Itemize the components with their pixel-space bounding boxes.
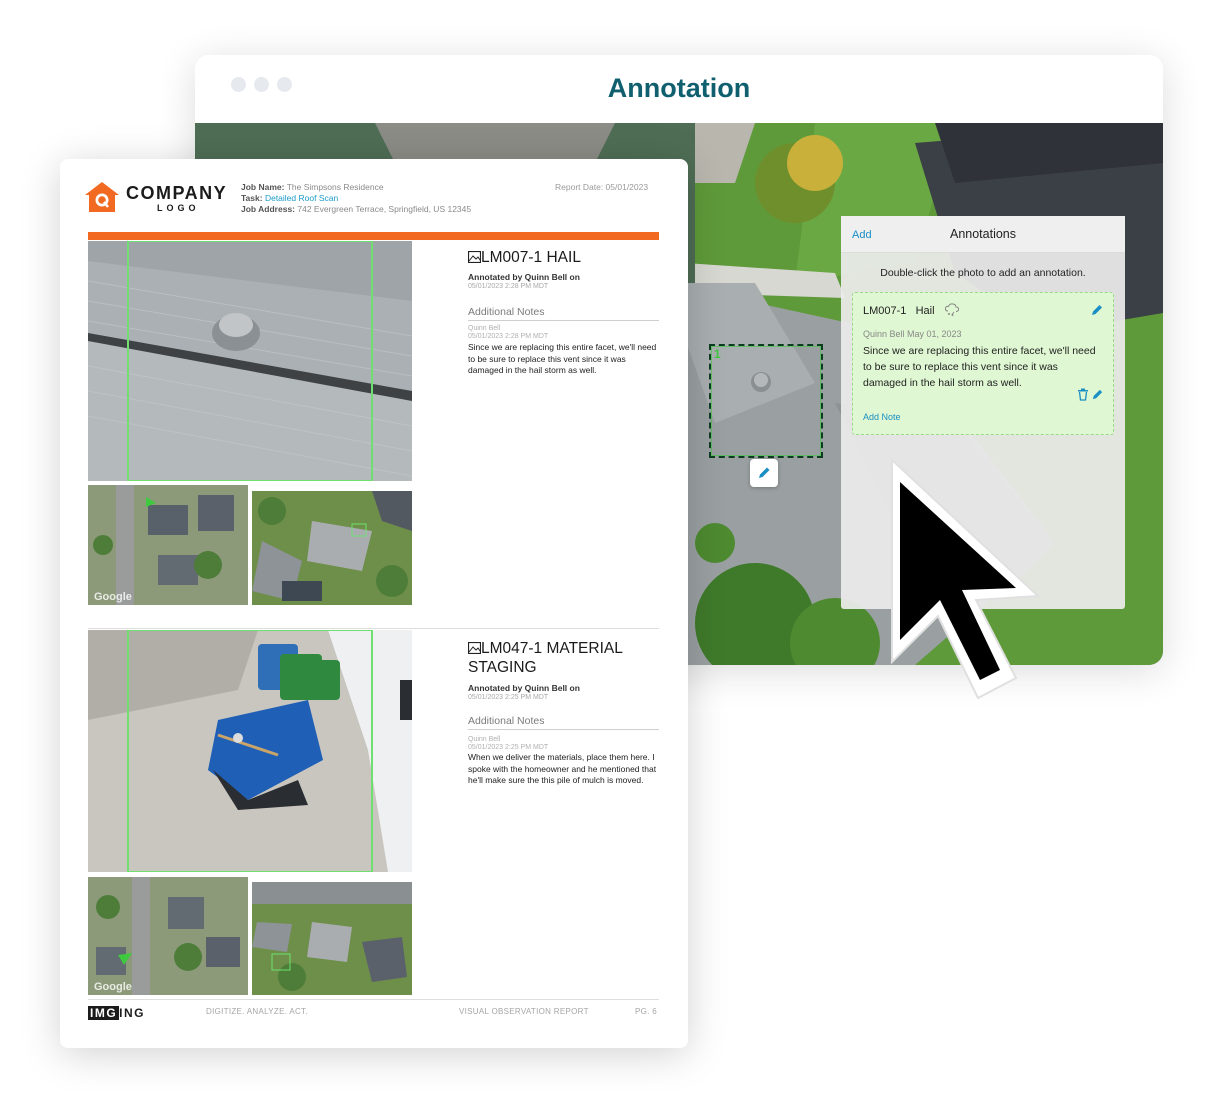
context-photo <box>252 882 412 995</box>
trash-icon[interactable] <box>1077 388 1089 401</box>
header-divider <box>88 232 659 240</box>
company-logo-icon <box>85 182 119 212</box>
map-thumbnail: Google <box>88 877 248 995</box>
annotated-by: Annotated by Quinn Bell on <box>468 683 580 693</box>
section-divider <box>88 628 659 629</box>
note-text: Since we are replacing this entire facet… <box>468 342 657 375</box>
annotation-selection-box[interactable] <box>709 344 823 458</box>
annotation-number: 1 <box>714 347 721 361</box>
annotated-by: Annotated by Quinn Bell on <box>468 272 580 282</box>
imging-logo: IMG ING <box>88 1006 146 1020</box>
note-date: 05/01/2023 2:28 PM MDT <box>468 333 549 340</box>
edit-note-pencil-icon[interactable] <box>1091 388 1104 401</box>
annotation-text: Since we are replacing this entire facet… <box>863 345 1096 389</box>
note-author: Quinn Bell <box>468 736 501 743</box>
section-title: LM007-1 HAIL <box>481 249 581 266</box>
annotation-card[interactable]: LM007-1 Hail Quinn Bell May 01, 2023 Sin… <box>852 292 1114 435</box>
edit-pencil-icon[interactable] <box>1090 303 1104 317</box>
notes-heading: Additional Notes <box>468 715 659 730</box>
footer-divider <box>88 999 659 1000</box>
job-name: Job Name: The Simpsons Residence <box>241 182 384 192</box>
note-text: When we deliver the materials, place the… <box>468 752 657 785</box>
pencil-icon <box>759 467 770 478</box>
annotation-title: LM007-1 Hail <box>863 305 935 317</box>
roof-vent-photo <box>88 241 412 481</box>
annotation-type: Hail <box>915 305 935 317</box>
edit-annotation-button[interactable] <box>750 459 778 487</box>
report-date: Report Date: 05/01/2023 <box>555 182 649 192</box>
map-watermark: Google <box>94 591 132 603</box>
section-title: LM047-1 MATERIAL <box>481 640 623 657</box>
job-address: Job Address: 742 Evergreen Terrace, Spri… <box>241 204 472 214</box>
material-staging-photo <box>88 630 412 872</box>
footer-report-name: VISUAL OBSERVATION REPORT <box>459 1007 589 1016</box>
hail-icon <box>944 303 960 316</box>
window-title: Annotation <box>607 73 751 103</box>
footer-tagline: DIGITIZE. ANALYZE. ACT. <box>206 1007 308 1016</box>
annotated-date: 05/01/2023 2:25 PM MDT <box>468 694 549 701</box>
note-author: Quinn Bell <box>468 325 501 332</box>
footer-page-number: PG. 6 <box>635 1007 657 1016</box>
company-logo-word: LOGO <box>157 203 200 213</box>
panel-header: Add Annotations <box>841 216 1125 253</box>
map-watermark: Google <box>94 981 132 993</box>
context-photo <box>252 491 412 605</box>
map-thumbnail: Google <box>88 485 248 605</box>
report-document: COMPANY LOGO Job Name: The Simpsons Resi… <box>60 159 688 1048</box>
notes-heading: Additional Notes <box>468 306 659 321</box>
add-note-link[interactable]: Add Note <box>863 412 901 422</box>
job-task: Task: Detailed Roof Scan <box>241 193 339 203</box>
section-title-line2: STAGING <box>468 659 537 676</box>
panel-hint: Double-click the photo to add an annotat… <box>880 267 1086 279</box>
panel-title: Annotations <box>949 227 1017 241</box>
note-date: 05/01/2023 2:25 PM MDT <box>468 744 549 751</box>
annotation-byline: Quinn Bell May 01, 2023 <box>863 329 962 339</box>
company-name: COMPANY <box>126 183 228 203</box>
mouse-pointer-icon <box>891 457 1040 700</box>
annotation-id: LM007-1 <box>863 305 907 317</box>
annotated-date: 05/01/2023 2:28 PM MDT <box>468 283 549 290</box>
window-title-bar: Annotation <box>195 55 1163 123</box>
